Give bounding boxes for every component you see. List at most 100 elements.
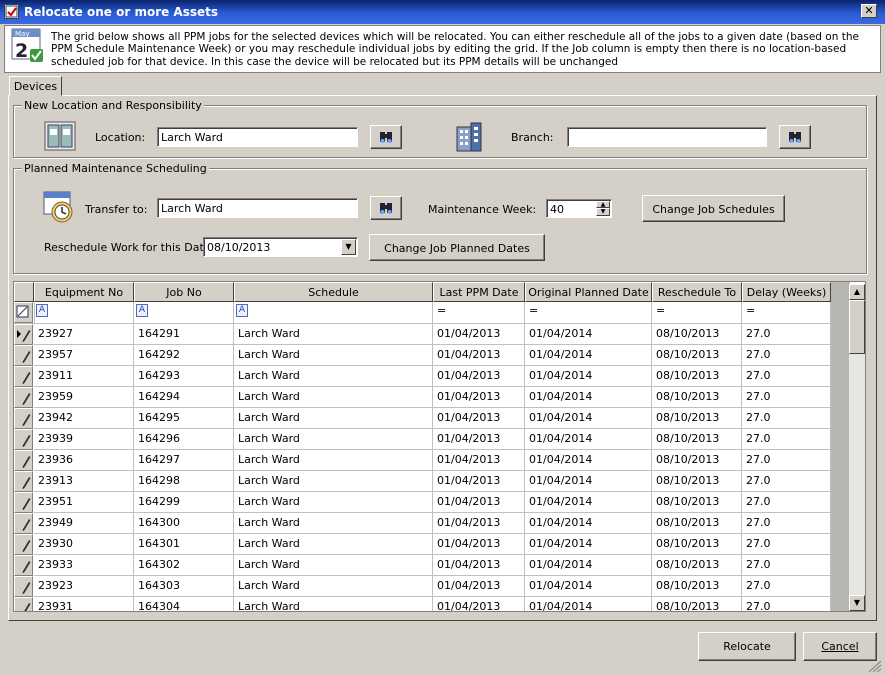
table-row[interactable]: 23931 164304 Larch Ward 01/04/2013 01/04/201…	[14, 597, 831, 611]
cell-schedule[interactable]: Larch Ward	[234, 408, 433, 429]
cell-original-planned-date[interactable]: 01/04/2014	[525, 366, 652, 387]
row-edit-pencil-icon[interactable]	[14, 492, 33, 513]
cell-delay-weeks[interactable]: 27.0	[742, 387, 831, 408]
row-edit-pencil-icon[interactable]	[14, 597, 33, 611]
cell-job-no[interactable]: 164293	[134, 366, 234, 387]
cell-schedule[interactable]: Larch Ward	[234, 597, 433, 611]
scroll-down-icon[interactable]: ▼	[849, 595, 865, 611]
table-row[interactable]: 23936 164297 Larch Ward 01/04/2013 01/04/201…	[14, 450, 831, 471]
filter-equals-icon[interactable]: =	[529, 304, 538, 317]
cell-last-ppm-date[interactable]: 01/04/2013	[433, 429, 525, 450]
row-edit-pencil-icon[interactable]	[14, 471, 33, 492]
cell-job-no[interactable]: 164296	[134, 429, 234, 450]
branch-input[interactable]	[567, 127, 767, 147]
cell-reschedule-to[interactable]: 08/10/2013	[652, 450, 742, 471]
transfer-lookup-button[interactable]	[370, 196, 402, 220]
cell-reschedule-to[interactable]: 08/10/2013	[652, 576, 742, 597]
cell-original-planned-date[interactable]: 01/04/2014	[525, 576, 652, 597]
reschedule-date-value[interactable]: 08/10/2013	[207, 241, 270, 254]
col-schedule[interactable]: Schedule	[234, 282, 433, 302]
cell-job-no[interactable]: 164304	[134, 597, 234, 611]
table-row[interactable]: 23951 164299 Larch Ward 01/04/2013 01/04/201…	[14, 492, 831, 513]
close-button[interactable]: ✕	[861, 4, 877, 18]
cell-equipment-no[interactable]: 23957	[34, 345, 134, 366]
cell-schedule[interactable]: Larch Ward	[234, 366, 433, 387]
filter-equals-icon[interactable]: =	[656, 304, 665, 317]
dropdown-arrow-icon[interactable]: ▼	[341, 239, 356, 255]
cell-schedule[interactable]: Larch Ward	[234, 450, 433, 471]
cell-original-planned-date[interactable]: 01/04/2014	[525, 408, 652, 429]
cell-reschedule-to[interactable]: 08/10/2013	[652, 429, 742, 450]
col-delay-weeks[interactable]: Delay (Weeks)	[742, 282, 831, 302]
cell-original-planned-date[interactable]: 01/04/2014	[525, 450, 652, 471]
table-row[interactable]: 23939 164296 Larch Ward 01/04/2013 01/04/201…	[14, 429, 831, 450]
jobs-grid[interactable]: Equipment No Job No Schedule Last PPM Da…	[13, 281, 866, 612]
cell-delay-weeks[interactable]: 27.0	[742, 576, 831, 597]
col-reschedule-to[interactable]: Reschedule To	[652, 282, 742, 302]
branch-lookup-button[interactable]	[779, 125, 811, 149]
tab-devices[interactable]: Devices	[9, 76, 62, 96]
cell-job-no[interactable]: 164295	[134, 408, 234, 429]
cell-delay-weeks[interactable]: 27.0	[742, 450, 831, 471]
scroll-thumb[interactable]	[849, 300, 865, 354]
table-row[interactable]: 23911 164293 Larch Ward 01/04/2013 01/04/201…	[14, 366, 831, 387]
close-icon[interactable]: ✕	[864, 4, 873, 17]
table-row[interactable]: 23959 164294 Larch Ward 01/04/2013 01/04/201…	[14, 387, 831, 408]
cell-original-planned-date[interactable]: 01/04/2014	[525, 555, 652, 576]
spin-up-icon[interactable]: ▲	[596, 201, 610, 208]
cell-reschedule-to[interactable]: 08/10/2013	[652, 471, 742, 492]
cell-equipment-no[interactable]: 23911	[34, 366, 134, 387]
cell-schedule[interactable]: Larch Ward	[234, 576, 433, 597]
cell-reschedule-to[interactable]: 08/10/2013	[652, 408, 742, 429]
col-job-no[interactable]: Job No	[134, 282, 234, 302]
cell-equipment-no[interactable]: 23951	[34, 492, 134, 513]
row-edit-pencil-icon[interactable]	[14, 555, 33, 576]
cell-equipment-no[interactable]: 23949	[34, 513, 134, 534]
change-job-planned-dates-button[interactable]: Change Job Planned Dates	[369, 234, 545, 261]
cell-equipment-no[interactable]: 23930	[34, 534, 134, 555]
change-job-schedules-button[interactable]: Change Job Schedules	[642, 195, 785, 222]
cell-job-no[interactable]: 164299	[134, 492, 234, 513]
cell-equipment-no[interactable]: 23927	[34, 324, 134, 345]
table-row[interactable]: 23927 164291 Larch Ward 01/04/2013 01/04/201…	[14, 324, 831, 345]
table-row[interactable]: 23913 164298 Larch Ward 01/04/2013 01/04/201…	[14, 471, 831, 492]
table-row[interactable]: 23949 164300 Larch Ward 01/04/2013 01/04/201…	[14, 513, 831, 534]
cancel-button[interactable]: Cancel	[803, 632, 877, 661]
filter-text-icon[interactable]: A	[236, 304, 248, 317]
row-edit-pencil-icon[interactable]	[14, 345, 33, 366]
cell-delay-weeks[interactable]: 27.0	[742, 345, 831, 366]
cell-last-ppm-date[interactable]: 01/04/2013	[433, 534, 525, 555]
cell-original-planned-date[interactable]: 01/04/2014	[525, 492, 652, 513]
cell-reschedule-to[interactable]: 08/10/2013	[652, 492, 742, 513]
cell-original-planned-date[interactable]: 01/04/2014	[525, 513, 652, 534]
cell-equipment-no[interactable]: 23939	[34, 429, 134, 450]
spin-down-icon[interactable]: ▼	[596, 208, 610, 216]
cell-original-planned-date[interactable]: 01/04/2014	[525, 429, 652, 450]
cell-job-no[interactable]: 164302	[134, 555, 234, 576]
cell-last-ppm-date[interactable]: 01/04/2013	[433, 576, 525, 597]
cell-delay-weeks[interactable]: 27.0	[742, 597, 831, 611]
cell-delay-weeks[interactable]: 27.0	[742, 324, 831, 345]
cell-schedule[interactable]: Larch Ward	[234, 492, 433, 513]
row-edit-pencil-icon[interactable]	[14, 408, 33, 429]
cell-equipment-no[interactable]: 23913	[34, 471, 134, 492]
filter-clear-icon[interactable]	[14, 302, 33, 323]
cell-job-no[interactable]: 164294	[134, 387, 234, 408]
cell-reschedule-to[interactable]: 08/10/2013	[652, 534, 742, 555]
cell-job-no[interactable]: 164300	[134, 513, 234, 534]
cell-last-ppm-date[interactable]: 01/04/2013	[433, 492, 525, 513]
cell-last-ppm-date[interactable]: 01/04/2013	[433, 471, 525, 492]
row-edit-pencil-icon[interactable]	[14, 429, 33, 450]
col-equipment-no[interactable]: Equipment No	[34, 282, 134, 302]
cell-schedule[interactable]: Larch Ward	[234, 324, 433, 345]
cell-reschedule-to[interactable]: 08/10/2013	[652, 345, 742, 366]
cell-job-no[interactable]: 164297	[134, 450, 234, 471]
table-row[interactable]: 23923 164303 Larch Ward 01/04/2013 01/04/201…	[14, 576, 831, 597]
cell-schedule[interactable]: Larch Ward	[234, 387, 433, 408]
cell-original-planned-date[interactable]: 01/04/2014	[525, 387, 652, 408]
cell-last-ppm-date[interactable]: 01/04/2013	[433, 450, 525, 471]
cell-equipment-no[interactable]: 23923	[34, 576, 134, 597]
cell-delay-weeks[interactable]: 27.0	[742, 408, 831, 429]
table-row[interactable]: 23933 164302 Larch Ward 01/04/2013 01/04/201…	[14, 555, 831, 576]
cell-reschedule-to[interactable]: 08/10/2013	[652, 513, 742, 534]
